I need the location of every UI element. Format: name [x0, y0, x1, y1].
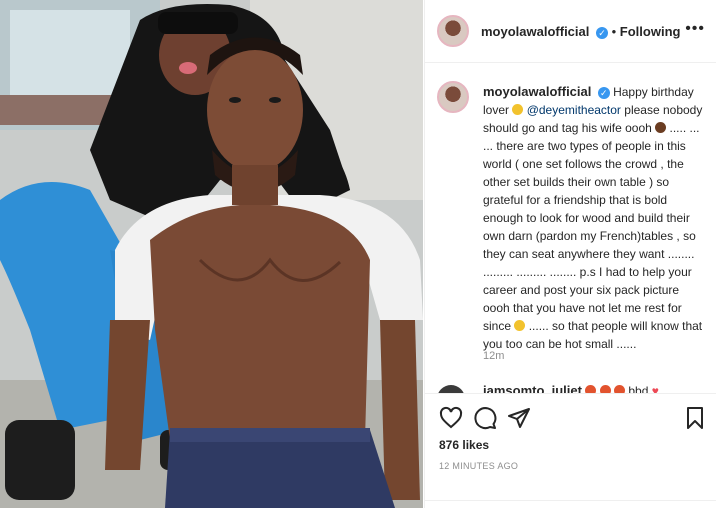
comment-body: bbd: [628, 384, 649, 393]
commenter-username[interactable]: iamsomto_juliet: [483, 383, 582, 393]
comment-text: iamsomto_juliet bbd ♥: [483, 383, 659, 393]
smiling-emoji-icon: [514, 320, 526, 331]
person-emoji-icon: [655, 122, 667, 133]
post-timestamp[interactable]: 12 MINUTES AGO: [439, 461, 518, 471]
post-side-panel: moyolawalofficial ✓ • Following ••• moyo…: [424, 0, 716, 509]
dot-separator: •: [611, 24, 620, 39]
verified-badge-icon: ✓: [596, 26, 608, 39]
post-photo[interactable]: [0, 0, 423, 508]
caption-mention-link[interactable]: @deyemitheactor: [527, 103, 621, 117]
caption-time[interactable]: 12m: [483, 350, 504, 362]
comment-item: iamsomto_juliet bbd ♥: [437, 383, 707, 393]
header-user-line: moyolawalofficial ✓ • Following: [481, 24, 680, 39]
post-actions: 876 likes 12 MINUTES AGO: [425, 393, 716, 509]
author-username[interactable]: moyolawalofficial: [481, 24, 589, 39]
caption-text-3: ..... ... ... there are two types of peo…: [483, 121, 700, 333]
post-header: moyolawalofficial ✓ • Following •••: [425, 0, 716, 63]
verified-badge-icon: ✓: [597, 86, 610, 99]
likes-count[interactable]: 876 likes: [439, 438, 489, 452]
heart-eyes-emoji-icon: [585, 385, 597, 393]
heart-icon[interactable]: [439, 406, 463, 430]
post-caption: moyolawalofficial ✓ Happy birthday lover…: [483, 83, 705, 353]
bookmark-icon[interactable]: [683, 406, 707, 430]
comments-area: moyolawalofficial ✓ Happy birthday lover…: [425, 63, 716, 393]
red-heart-emoji-icon: ♥: [651, 384, 659, 393]
more-horizontal-icon[interactable]: •••: [685, 20, 705, 38]
grinning-emoji-icon: [512, 104, 524, 115]
post-photo-illustration: [0, 0, 423, 508]
following-button[interactable]: Following: [620, 24, 681, 39]
caption-username[interactable]: moyolawalofficial: [483, 84, 591, 99]
caption-author-avatar[interactable]: [437, 81, 469, 113]
commenter-avatar[interactable]: [437, 385, 465, 393]
author-avatar[interactable]: [437, 15, 469, 47]
heart-eyes-emoji-icon: [599, 385, 611, 393]
send-icon[interactable]: [507, 406, 531, 430]
instagram-post: moyolawalofficial ✓ • Following ••• moyo…: [0, 0, 716, 517]
add-comment-bar[interactable]: [424, 500, 716, 509]
comment-icon[interactable]: [473, 406, 497, 430]
heart-eyes-emoji-icon: [614, 385, 625, 393]
